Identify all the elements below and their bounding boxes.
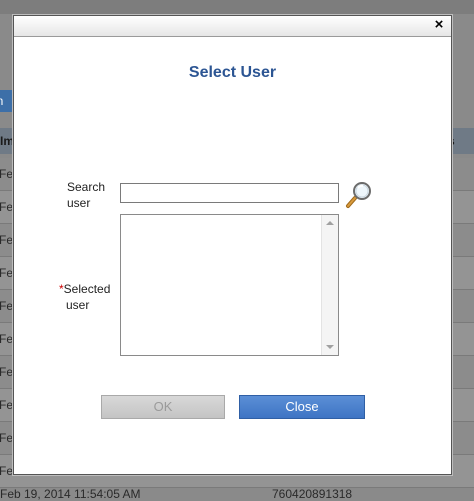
ok-button[interactable]: OK (101, 395, 225, 419)
background-tab: gn (0, 90, 14, 112)
background-row-date-cell: Fe (0, 365, 14, 379)
background-top-bar (0, 0, 474, 14)
background-row-date-cell: Fe (0, 200, 14, 214)
search-user-label-line2: user (67, 196, 91, 210)
selected-user-label-line2: user (66, 298, 90, 312)
background-row-number: 760420891318 (272, 487, 353, 501)
background-row-date: Feb 19, 2014 11:54:05 AM (0, 487, 141, 501)
dialog-titlebar: × (14, 16, 451, 37)
close-icon[interactable]: × (432, 17, 446, 32)
select-user-dialog: × Select User Search user *Selected user… (13, 15, 452, 475)
selected-user-listbox[interactable] (120, 214, 339, 356)
background-row-date-cell: Fe (0, 266, 14, 280)
background-row-date-cell: Fe (0, 167, 14, 181)
listbox-scrollbar[interactable] (321, 215, 338, 355)
close-button[interactable]: Close (239, 395, 365, 419)
background-row-date-cell: Fe (0, 233, 14, 247)
selected-user-label-line1: Selected (63, 282, 111, 296)
background-row-date-cell: Fe (0, 431, 14, 445)
scroll-up-icon[interactable] (326, 221, 334, 225)
search-user-label: Search user (67, 179, 105, 211)
background-row-date-cell: Fe (0, 464, 14, 478)
search-user-input[interactable] (120, 183, 339, 203)
background-column-header-left: Im (0, 128, 14, 154)
selected-user-label: *Selected user (59, 281, 110, 313)
dialog-title: Select User (188, 64, 277, 81)
background-row-date-cell: Fe (0, 299, 14, 313)
background-row-date-cell: Fe (0, 398, 14, 412)
background-row-date-cell: Fe (0, 332, 14, 346)
magnifier-icon[interactable] (344, 179, 374, 209)
scroll-down-icon[interactable] (326, 345, 334, 349)
search-user-label-line1: Search (67, 180, 106, 194)
